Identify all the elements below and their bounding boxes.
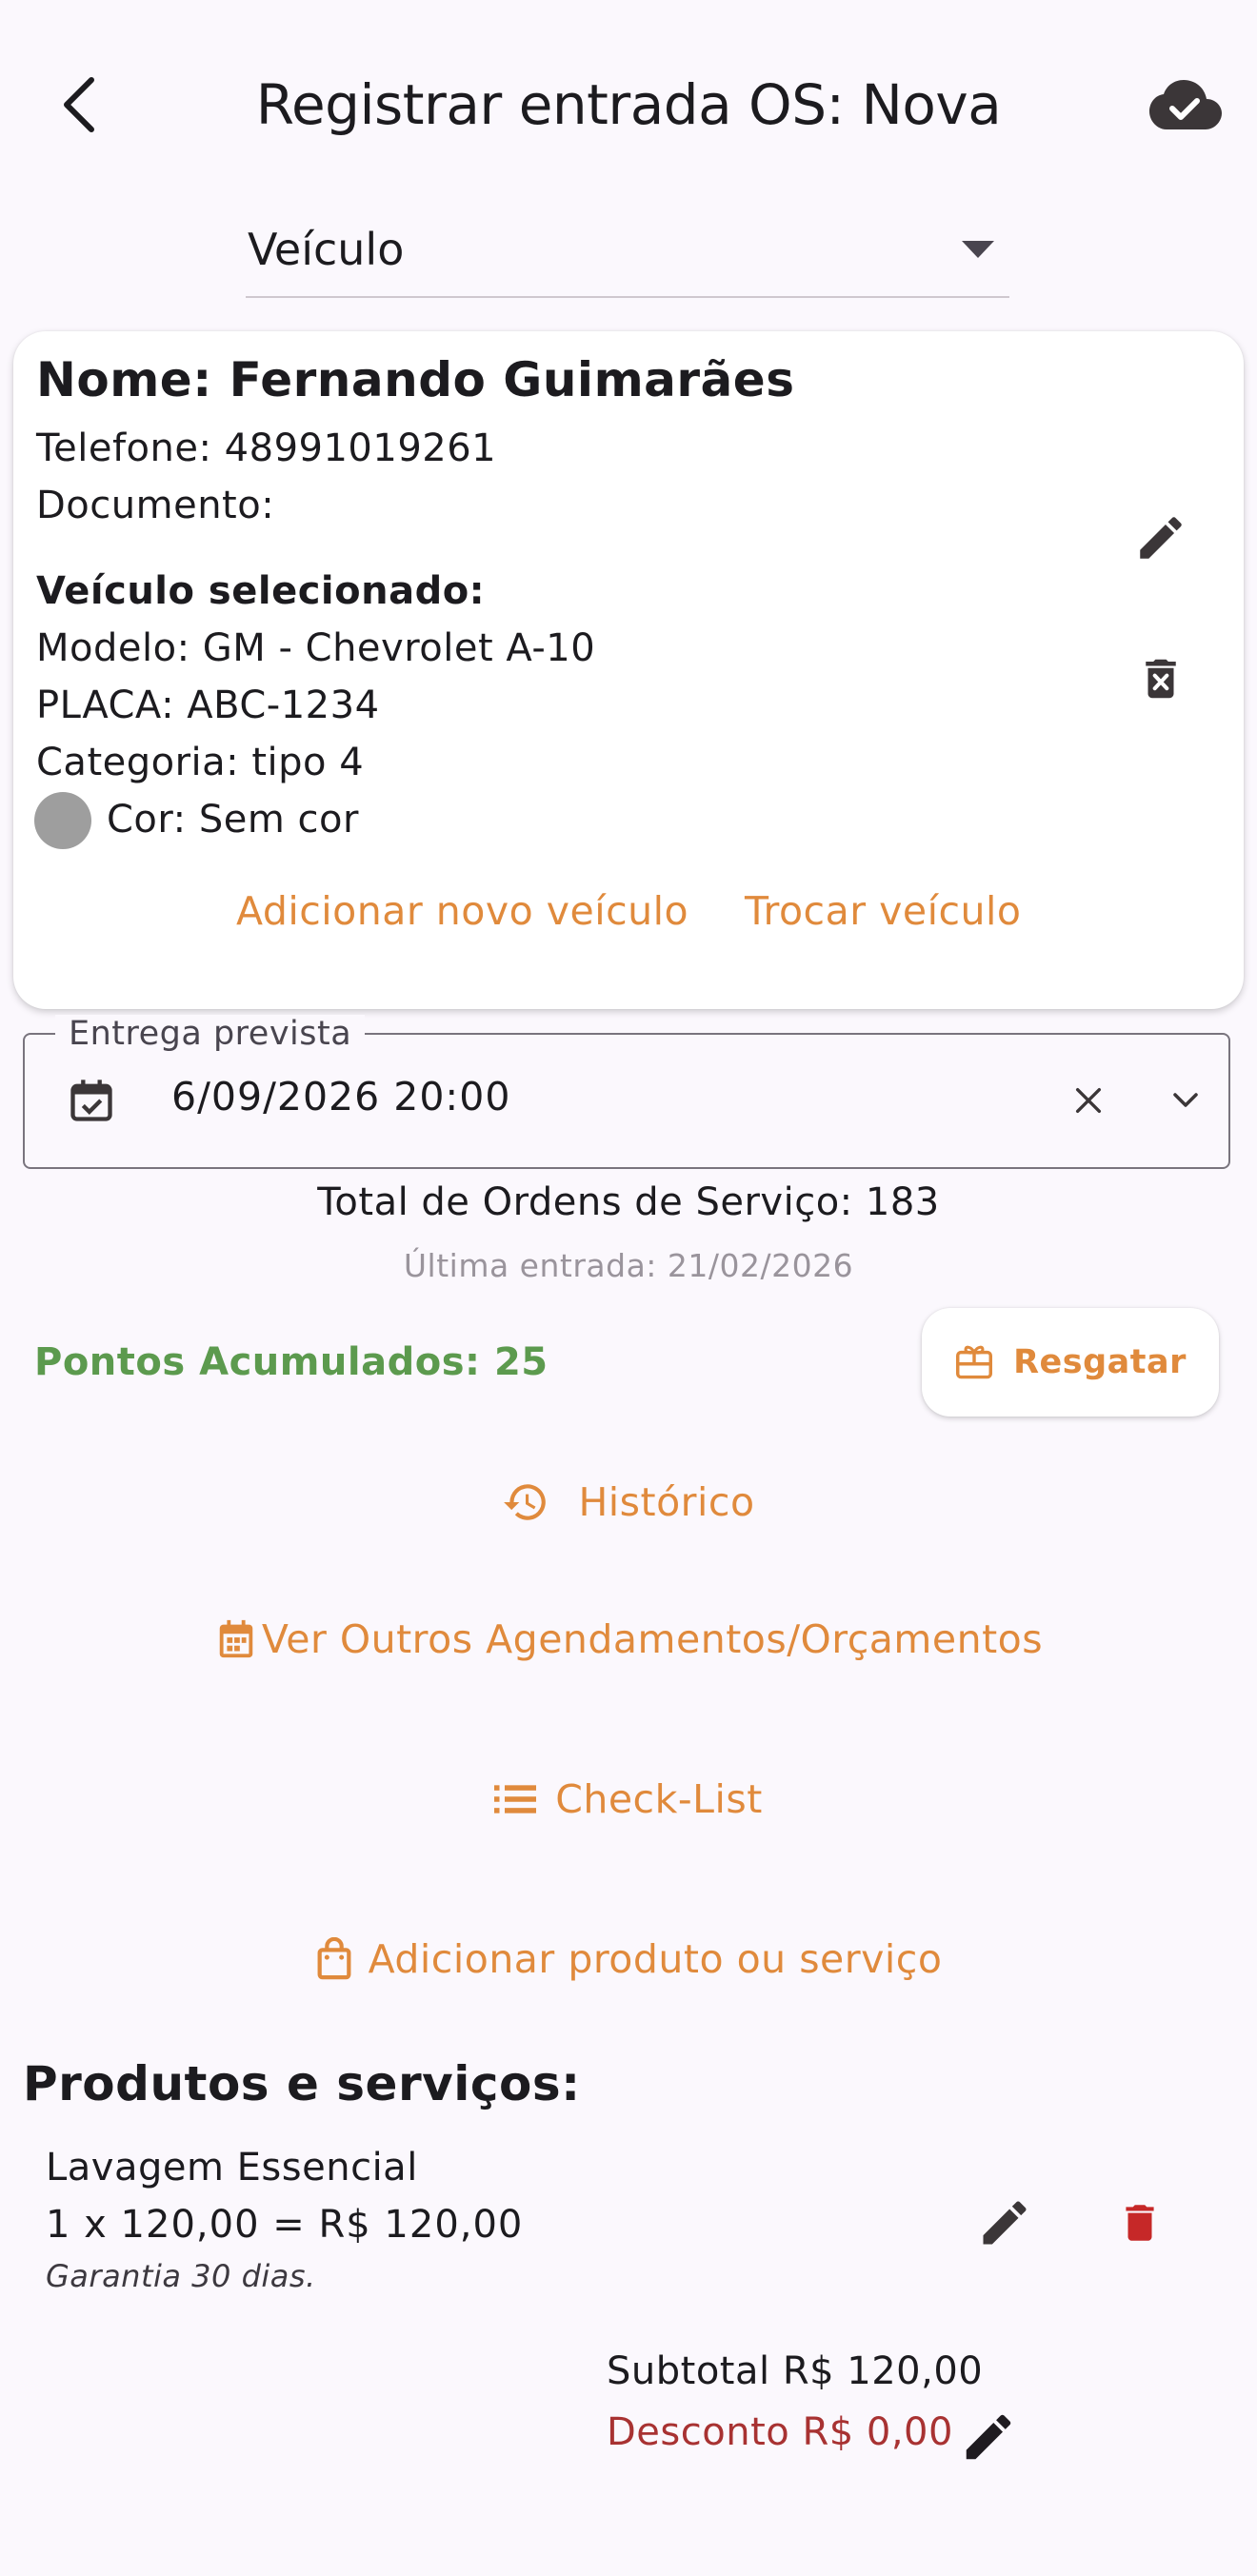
pencil-icon: [983, 2201, 1027, 2245]
close-icon: [1075, 1087, 1102, 1114]
vehicle-dropdown[interactable]: Veículo: [246, 214, 1009, 298]
delete-client-button[interactable]: [1118, 636, 1204, 722]
discount: Desconto R$ 0,00: [607, 2410, 953, 2454]
vehicle-color-swatch: [34, 792, 91, 849]
vehicle-category: Categoria: tipo 4: [36, 741, 365, 784]
trash-icon: [1126, 2205, 1154, 2241]
edit-product-button[interactable]: [962, 2180, 1048, 2266]
client-document: Documento:: [36, 484, 275, 527]
client-phone: Telefone: 48991019261: [36, 426, 497, 470]
history-icon: [504, 1484, 547, 1520]
client-card: Nome: Fernando Guimarães Telefone: 48991…: [13, 331, 1244, 1009]
last-entry-date: Última entrada: 21/02/2026: [403, 1247, 854, 1284]
redeem-button[interactable]: Resgatar: [922, 1308, 1219, 1417]
edit-discount-button[interactable]: [954, 2403, 1023, 2471]
chevron-down-icon: [1173, 1093, 1198, 1107]
expand-date-button[interactable]: [1162, 1074, 1209, 1127]
cloud-check-icon: [1149, 80, 1222, 129]
other-schedules-label: Ver Outros Agendamentos/Orçamentos: [261, 1616, 1044, 1662]
dropdown-arrow-icon: [962, 241, 994, 258]
pencil-icon: [966, 2414, 1011, 2460]
delivery-date-value: 6/09/2026 20:00: [171, 1074, 511, 1120]
history-label: Histórico: [578, 1479, 755, 1525]
calendar-icon: [219, 1619, 253, 1658]
list-icon: [494, 1785, 537, 1813]
shopping-bag-icon: [317, 1937, 351, 1980]
redeem-label: Resgatar: [1013, 1343, 1187, 1381]
product-warranty: Garantia 30 dias.: [46, 2258, 316, 2294]
delivery-date-label: Entrega prevista: [55, 1015, 366, 1053]
edit-client-button[interactable]: [1118, 495, 1204, 581]
vehicle-plate: PLACA: ABC-1234: [36, 684, 380, 727]
sync-button[interactable]: [1143, 67, 1228, 143]
vehicle-model: Modelo: GM - Chevrolet A-10: [36, 626, 596, 670]
calendar-check-icon: [67, 1076, 116, 1125]
other-schedules-button[interactable]: Ver Outros Agendamentos/Orçamentos: [0, 1609, 1257, 1670]
product-price-calc: 1 x 120,00 = R$ 120,00: [46, 2203, 524, 2247]
checklist-button[interactable]: Check-List: [0, 1769, 1257, 1830]
pencil-icon: [1140, 517, 1182, 559]
selected-vehicle-title: Veículo selecionado:: [36, 569, 486, 613]
vehicle-color: Cor: Sem cor: [107, 798, 359, 842]
checklist-label: Check-List: [555, 1776, 763, 1822]
total-service-orders: Total de Ordens de Serviço: 183: [317, 1180, 940, 1224]
add-product-label: Adicionar produto ou serviço: [368, 1936, 943, 1982]
page-title: Registrar entrada OS: Nova: [255, 72, 1002, 137]
swap-vehicle-button[interactable]: Trocar veículo: [745, 888, 1022, 934]
history-button[interactable]: Histórico: [0, 1472, 1257, 1533]
product-name: Lavagem Essencial: [46, 2146, 418, 2190]
add-vehicle-button[interactable]: Adicionar novo veículo: [236, 888, 688, 934]
trash-x-icon: [1146, 659, 1176, 699]
vehicle-dropdown-value: Veículo: [248, 224, 405, 275]
clear-date-button[interactable]: [1065, 1074, 1112, 1127]
add-product-button[interactable]: Adicionar produto ou serviço: [0, 1929, 1257, 1990]
products-section-title: Produtos e serviços:: [23, 2056, 581, 2111]
accumulated-points: Pontos Acumulados: 25: [34, 1340, 549, 1384]
client-name: Nome: Fernando Guimarães: [36, 352, 795, 407]
gift-card-icon: [956, 1345, 993, 1379]
subtotal: Subtotal R$ 120,00: [607, 2349, 984, 2393]
delete-product-button[interactable]: [1097, 2180, 1183, 2266]
